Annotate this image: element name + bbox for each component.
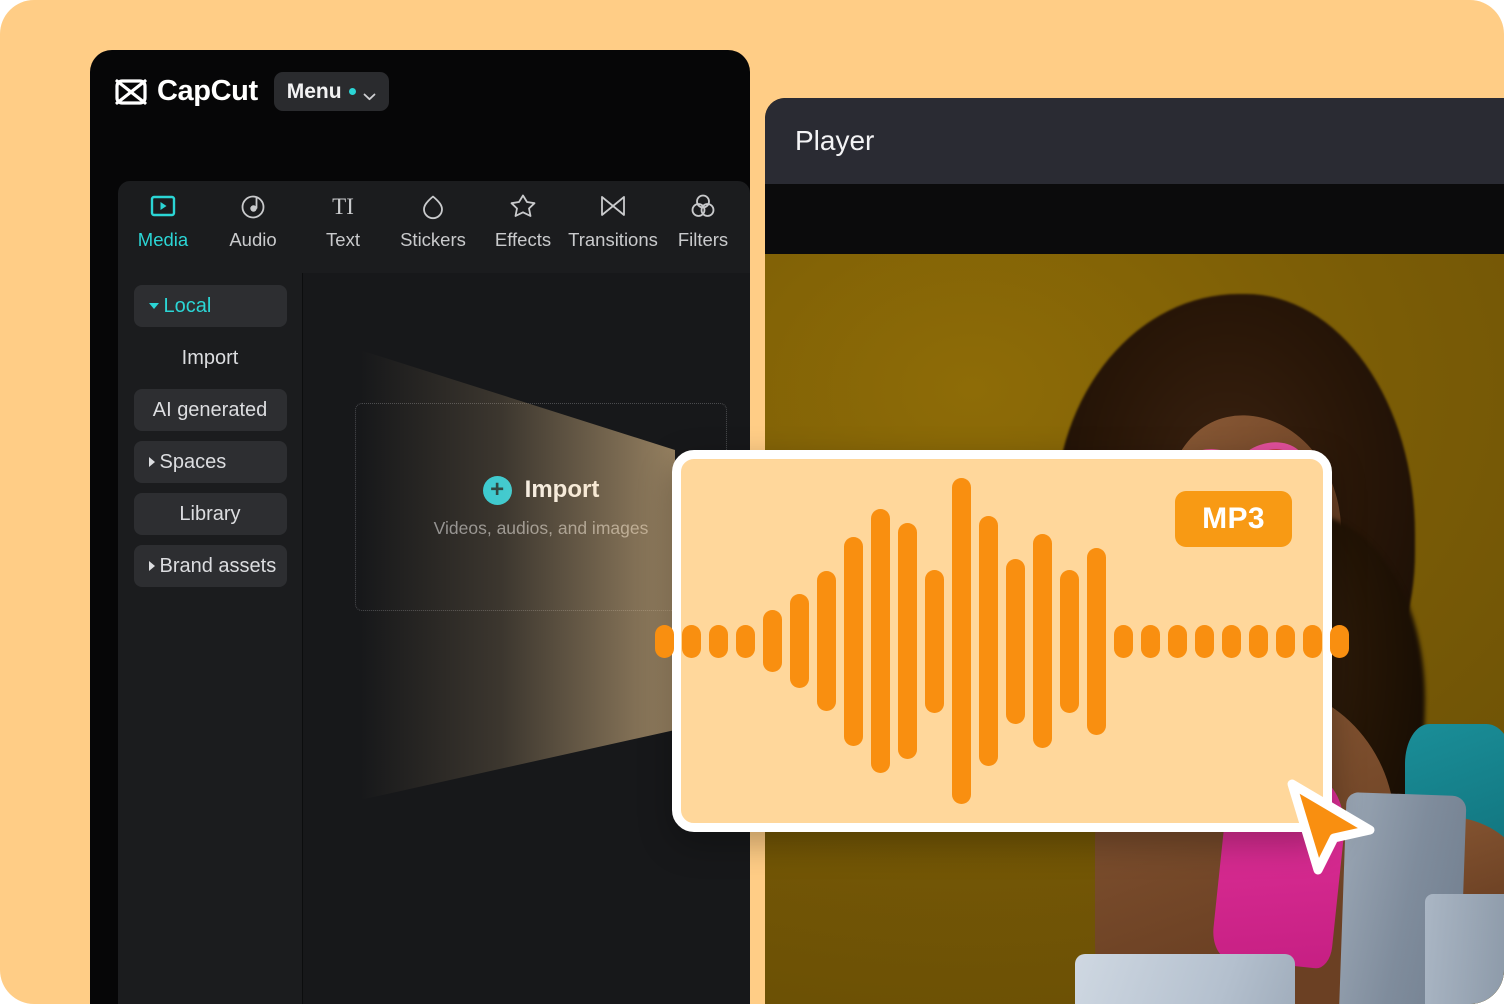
media-play-frame-icon (148, 190, 178, 222)
sidebar-item-library[interactable]: Library (134, 493, 287, 535)
capcut-logo-icon (114, 77, 148, 107)
waveform-bar (1195, 625, 1214, 658)
waveform-bar (898, 523, 917, 760)
waveform-bar (736, 625, 755, 658)
import-dropzone-title: Import (525, 476, 600, 504)
waveform-bar (655, 625, 674, 658)
waveform-bar (1303, 625, 1322, 658)
tab-media-label: Media (138, 229, 188, 251)
mp3-export-card: MP3 (672, 450, 1332, 832)
media-sidebar: Local Import AI generated Spaces Library (118, 273, 303, 1004)
tab-transitions-label: Transitions (568, 229, 658, 251)
waveform-bar (871, 509, 890, 773)
effects-sparkle-star-icon (508, 190, 538, 222)
sidebar-item-spaces-label: Spaces (160, 451, 227, 474)
waveform-bar (790, 594, 809, 689)
brand: CapCut (114, 75, 258, 108)
mp3-format-badge: MP3 (1175, 491, 1292, 547)
waveform-bar (1114, 625, 1133, 658)
sidebar-item-library-label: Library (179, 503, 240, 526)
waveform-bar (844, 537, 863, 746)
editor-tabstrip: Media Audio TI Text (118, 181, 750, 273)
waveform-bar (817, 571, 836, 712)
arrow-pointer-cursor-icon (1278, 774, 1382, 880)
status-dot-icon (349, 88, 356, 95)
audio-note-icon (238, 190, 268, 222)
waveform-bar (1330, 625, 1349, 658)
tab-audio[interactable]: Audio (208, 190, 298, 251)
menu-button[interactable]: Menu (274, 72, 389, 111)
import-dropzone-row: + Import (483, 476, 600, 505)
tab-audio-label: Audio (229, 229, 276, 251)
chevron-down-icon (363, 88, 376, 96)
waveform-bar (1006, 559, 1025, 724)
waveform-bar (1168, 625, 1187, 658)
sidebar-item-local[interactable]: Local (134, 285, 287, 327)
waveform-bar (1141, 625, 1160, 658)
sidebar-item-local-label: Local (164, 295, 212, 318)
waveform-bar (1060, 570, 1079, 713)
plus-circle-icon: + (483, 476, 512, 505)
tab-stickers[interactable]: Stickers (388, 190, 478, 251)
tab-transitions[interactable]: Transitions (568, 190, 658, 251)
player-header: Player (765, 98, 1504, 184)
tab-effects-label: Effects (495, 229, 551, 251)
capcut-titlebar: CapCut Menu (90, 50, 750, 133)
capcut-editor-window: CapCut Menu (90, 50, 750, 1004)
transitions-bowtie-icon (598, 190, 628, 222)
sidebar-item-import-label: Import (182, 347, 239, 370)
photo-denim-shorts (1075, 954, 1295, 1004)
caret-right-icon (149, 561, 155, 571)
caret-right-icon (149, 457, 155, 467)
sticker-drop-icon (418, 190, 448, 222)
import-dropzone-subtitle: Videos, audios, and images (434, 518, 649, 539)
tab-media[interactable]: Media (118, 190, 208, 251)
waveform-bar (979, 516, 998, 767)
waveform-bar (925, 570, 944, 713)
caret-down-icon (149, 303, 159, 309)
waveform-bar (1222, 625, 1241, 658)
sidebar-item-brand-assets[interactable]: Brand assets (134, 545, 287, 587)
waveform-bar (1249, 625, 1268, 658)
sidebar-item-ai-generated-label: AI generated (153, 399, 268, 422)
waveform-bar (682, 625, 701, 658)
waveform-bar (763, 610, 782, 672)
waveform-bar (952, 478, 971, 804)
svg-text:TI: TI (332, 194, 354, 219)
sidebar-item-import[interactable]: Import (134, 337, 287, 379)
menu-button-label: Menu (287, 80, 342, 104)
sidebar-item-ai-generated[interactable]: AI generated (134, 389, 287, 431)
brand-name: CapCut (157, 75, 258, 108)
tab-text-label: Text (326, 229, 360, 251)
screenshot-canvas: CapCut Menu (0, 0, 1504, 1004)
waveform-bar (709, 625, 728, 658)
waveform-bar (1033, 534, 1052, 747)
tab-filters-label: Filters (678, 229, 728, 251)
waveform-bar (1276, 625, 1295, 658)
text-ti-icon: TI (326, 190, 360, 222)
tab-text[interactable]: TI Text (298, 190, 388, 251)
photo-denim-skirt (1425, 894, 1504, 1004)
tab-filters[interactable]: Filters (658, 190, 748, 251)
filters-circles-icon (688, 190, 718, 222)
page-title: Player (795, 125, 874, 157)
tab-effects[interactable]: Effects (478, 190, 568, 251)
sidebar-item-spaces[interactable]: Spaces (134, 441, 287, 483)
tab-stickers-label: Stickers (400, 229, 466, 251)
waveform-bar (1087, 548, 1106, 735)
sidebar-item-brand-assets-label: Brand assets (160, 555, 277, 578)
